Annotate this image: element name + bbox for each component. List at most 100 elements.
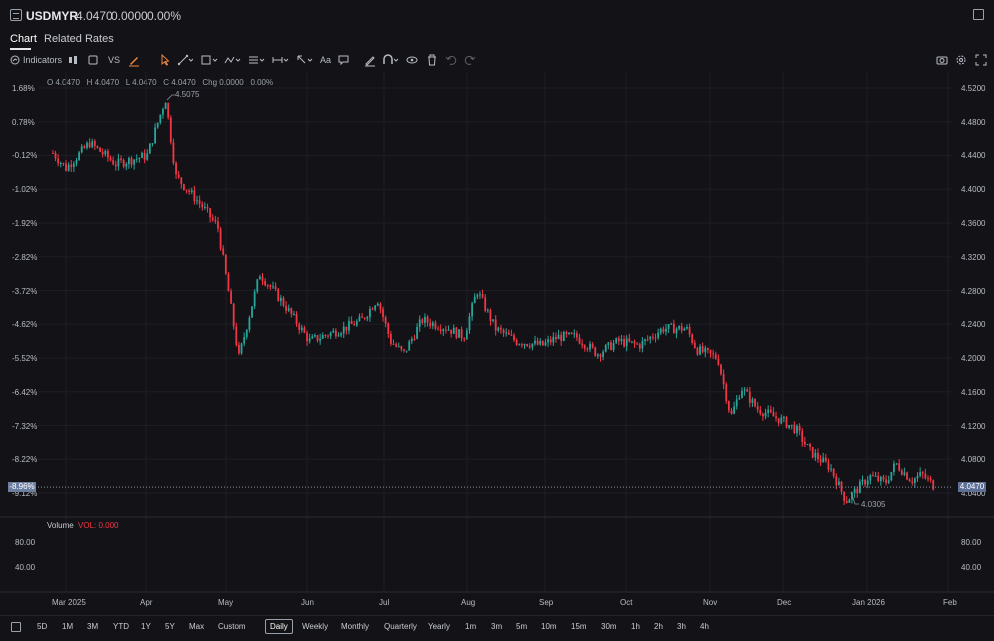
interval-2h[interactable]: 2h [654,622,663,631]
interval-1h[interactable]: 1h [631,622,640,631]
range-custom[interactable]: Custom [218,622,246,631]
candle-body [122,160,125,167]
candle-body [201,203,204,208]
time-tick: Oct [620,598,633,607]
candle-body [832,468,835,477]
interval-4h[interactable]: 4h [700,622,709,631]
candle-body [458,329,460,338]
candle-body [355,320,358,326]
candle-body [172,142,175,163]
interval-monthly[interactable]: Monthly [341,622,369,631]
candle-body [764,412,767,417]
candle-body [725,384,728,402]
interval-quarterly[interactable]: Quarterly [384,622,417,631]
interval-10m[interactable]: 10m [541,622,557,631]
candle-body [72,163,75,168]
range-1m[interactable]: 1M [62,622,73,631]
candle-body [507,332,510,335]
candle-body [190,190,193,193]
range-5d[interactable]: 5D [37,622,47,631]
candle-body [916,476,919,479]
candle-body [667,324,670,329]
candle-body [99,147,101,152]
candle-body [266,285,269,287]
high-leader-line [166,94,175,101]
interval-yearly[interactable]: Yearly [428,622,450,631]
interval-daily[interactable]: Daily [265,619,293,634]
calendar-icon[interactable] [11,622,21,632]
candle-body [209,208,212,218]
time-tick: May [218,598,234,607]
range-ytd[interactable]: YTD [113,622,129,631]
candle-body [688,326,691,335]
candle-body [678,325,680,329]
candle-body [552,336,555,343]
candle-body [709,349,712,354]
candle-body [175,162,177,175]
candle-body [361,316,363,318]
interval-30m[interactable]: 30m [601,622,617,631]
candle-body [544,342,547,346]
candle-body [547,339,549,343]
time-tick: Mar 2025 [52,598,86,607]
candle-body [479,294,481,296]
volume-tick: 80.00 [961,538,982,547]
candle-body [879,476,882,481]
candle-body [169,117,172,143]
candle-body [505,332,508,334]
candle-body [680,325,683,331]
candle-body [374,305,377,310]
candle-body [403,349,405,351]
price-tick: 4.4800 [961,118,986,127]
candle-body [759,409,762,414]
interval-5m[interactable]: 5m [516,622,527,631]
candle-body [324,335,327,337]
candle-body [109,157,112,161]
candle-body [460,329,463,339]
candle-body [379,303,382,310]
candle-body [714,354,717,359]
low-annotation: 4.0305 [861,500,886,509]
price-tick: 4.0800 [961,455,986,464]
candle-body [285,305,287,311]
candle-body [510,334,513,336]
candle-body [885,479,887,483]
candle-body [670,323,673,325]
candle-body [135,158,138,160]
candle-body [927,478,929,480]
range-1y[interactable]: 1Y [141,622,151,631]
candle-body [203,206,206,208]
range-max[interactable]: Max [189,622,204,631]
range-5y[interactable]: 5Y [165,622,175,631]
candle-body [908,479,911,482]
candle-body [555,336,557,340]
candle-body [418,319,421,328]
candle-body [594,347,597,356]
candle-body [607,342,610,345]
range-3m[interactable]: 3M [87,622,98,631]
candle-body [882,476,885,480]
pct-tick: -7.32% [12,422,38,431]
interval-3h[interactable]: 3h [677,622,686,631]
price-chart[interactable] [0,0,994,640]
candle-body [798,425,801,431]
candle-body [238,344,240,354]
candle-body [397,346,400,348]
candle-body [830,468,832,470]
candle-body [198,200,201,204]
interval-weekly[interactable]: Weekly [302,622,328,631]
candle-body [117,158,120,167]
candle-body [906,472,908,480]
candle-body [780,417,783,424]
interval-1m[interactable]: 1m [465,622,476,631]
candle-body [531,343,534,348]
candle-body [183,184,185,190]
time-tick: Aug [461,598,476,607]
candle-body [932,480,935,490]
interval-15m[interactable]: 15m [571,622,587,631]
candle-body [162,109,164,115]
candle-body [408,341,411,351]
candle-body [452,327,455,334]
candle-body [261,276,264,281]
interval-3m[interactable]: 3m [491,622,502,631]
